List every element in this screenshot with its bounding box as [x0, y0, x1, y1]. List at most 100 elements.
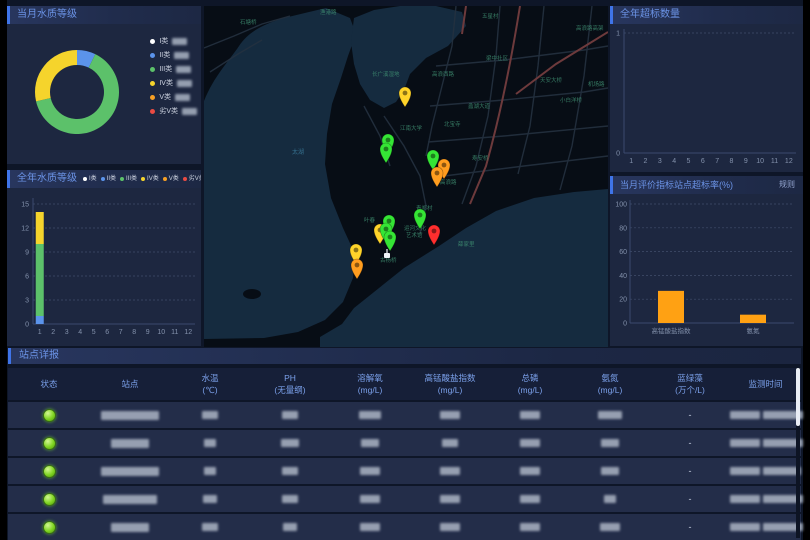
- value-cell: [490, 411, 570, 419]
- value-cell: [490, 439, 570, 447]
- svg-text:7: 7: [715, 158, 719, 165]
- value-cell: [410, 439, 490, 447]
- svg-text:12: 12: [184, 329, 192, 336]
- legend-item[interactable]: II类: [101, 170, 116, 188]
- legend-item[interactable]: 劣V类: [150, 104, 197, 118]
- station-pin-green[interactable]: [384, 231, 396, 251]
- table-row[interactable]: -: [8, 402, 801, 428]
- map-place-label: 高浪西路: [432, 70, 455, 78]
- station-pin-red[interactable]: [428, 225, 440, 245]
- svg-text:8: 8: [132, 329, 136, 336]
- selected-station-icon[interactable]: [384, 249, 390, 258]
- legend-dot: [101, 177, 105, 181]
- redacted-value: [176, 66, 191, 73]
- redacted-site: [101, 411, 159, 420]
- column-header-状态: 状态: [8, 368, 90, 400]
- legend-item[interactable]: III类: [120, 170, 137, 188]
- svg-text:0: 0: [25, 322, 29, 329]
- legend-item[interactable]: III类: [150, 62, 197, 76]
- panel-year-exceed-header: 全年超标数量: [610, 6, 803, 24]
- redacted-value: [202, 411, 218, 419]
- map-place-label: 石塘桥: [240, 18, 257, 26]
- svg-text:1: 1: [38, 329, 42, 336]
- svg-text:10: 10: [756, 158, 764, 165]
- legend-label: 劣V类: [159, 106, 178, 116]
- svg-text:40: 40: [619, 273, 627, 280]
- legend-item[interactable]: V类: [163, 170, 179, 188]
- value-cell: [570, 467, 650, 475]
- value-cell: [410, 411, 490, 419]
- map-place-label: 渔港路: [320, 8, 337, 16]
- site-cell: [90, 439, 170, 448]
- legend-dot: [83, 177, 87, 181]
- table-row[interactable]: -: [8, 486, 801, 512]
- svg-text:80: 80: [619, 225, 627, 232]
- svg-text:12: 12: [785, 158, 793, 165]
- rate-bar-氨氮: [740, 315, 766, 323]
- redacted-value: [203, 495, 217, 503]
- map-canvas[interactable]: 石塘桥渔港路太湖长广溪湿地江南大学高浪西路北宝寺蠡湖大道寿安桥高浪路青祁村叶春运…: [204, 6, 608, 347]
- legend-item[interactable]: IV类: [141, 170, 159, 188]
- legend-item[interactable]: 劣V类: [183, 170, 201, 188]
- value-cell: [330, 411, 410, 419]
- value-cell: [330, 523, 410, 531]
- legend-item[interactable]: IV类: [150, 76, 197, 90]
- time-cell: [730, 467, 801, 475]
- column-header-监测时间: 监测时间: [730, 368, 801, 400]
- redacted-value: [520, 523, 540, 531]
- redacted-value: [282, 495, 298, 503]
- redacted-site: [103, 495, 157, 504]
- rules-link[interactable]: 规则: [779, 176, 803, 194]
- time-cell: [730, 495, 803, 503]
- status-cell: [8, 437, 90, 450]
- redacted-value: [598, 411, 622, 419]
- svg-text:9: 9: [25, 250, 29, 257]
- station-pin-yellow[interactable]: [399, 87, 411, 107]
- svg-text:60: 60: [619, 249, 627, 256]
- algae-cell: -: [650, 494, 730, 504]
- value-cell: [490, 467, 570, 475]
- station-pin-green[interactable]: [380, 143, 392, 163]
- legend-item[interactable]: V类: [150, 90, 197, 104]
- legend-item[interactable]: I类: [150, 34, 197, 48]
- algae-cell: -: [650, 438, 730, 448]
- svg-text:12: 12: [21, 226, 29, 233]
- redacted-value: [440, 523, 460, 531]
- svg-text:9: 9: [744, 158, 748, 165]
- map-place-label: 长广溪湿地: [372, 70, 400, 78]
- table-title: 站点详报: [8, 348, 801, 364]
- legend-item[interactable]: I类: [83, 170, 97, 188]
- table-scrollbar[interactable]: [796, 368, 800, 538]
- legend-item[interactable]: II类: [150, 48, 197, 62]
- stack-bar-III类: [36, 244, 44, 316]
- redacted-value: [601, 439, 619, 447]
- map-place-label: 小白洋桥: [560, 96, 583, 104]
- status-cell: [8, 521, 90, 534]
- legend-dot: [141, 177, 145, 181]
- value-cell: [330, 439, 410, 447]
- map-place-label: 高浪路高架: [576, 24, 604, 32]
- legend-label: IV类: [159, 78, 173, 88]
- table-row[interactable]: -: [8, 514, 801, 540]
- value-cell: [170, 523, 250, 531]
- status-ok-icon: [43, 465, 56, 478]
- legend-label: I类: [89, 170, 97, 188]
- legend-dot: [150, 109, 155, 114]
- map-place-label: 太湖: [292, 148, 304, 156]
- table-scrollbar-thumb[interactable]: [796, 368, 800, 426]
- svg-text:0: 0: [623, 321, 627, 328]
- table-row[interactable]: -: [8, 430, 801, 456]
- table-row[interactable]: -: [8, 458, 801, 484]
- redacted-value: [440, 411, 460, 419]
- month-quality-legend: I类II类III类 IV类 V类劣V类: [150, 34, 197, 118]
- panel-month-quality-header: 当月水质等级: [7, 6, 201, 24]
- svg-text:100: 100: [615, 202, 627, 209]
- value-cell: [250, 411, 330, 419]
- svg-text:9: 9: [146, 329, 150, 336]
- svg-text:3: 3: [65, 329, 69, 336]
- panel-month-rate-header: 当月评价指标站点超标率(%) 规则: [610, 176, 803, 194]
- redacted-date: [730, 467, 760, 475]
- map-place-label: 机场路: [588, 80, 605, 88]
- redacted-value: [361, 439, 379, 447]
- status-ok-icon: [43, 437, 56, 450]
